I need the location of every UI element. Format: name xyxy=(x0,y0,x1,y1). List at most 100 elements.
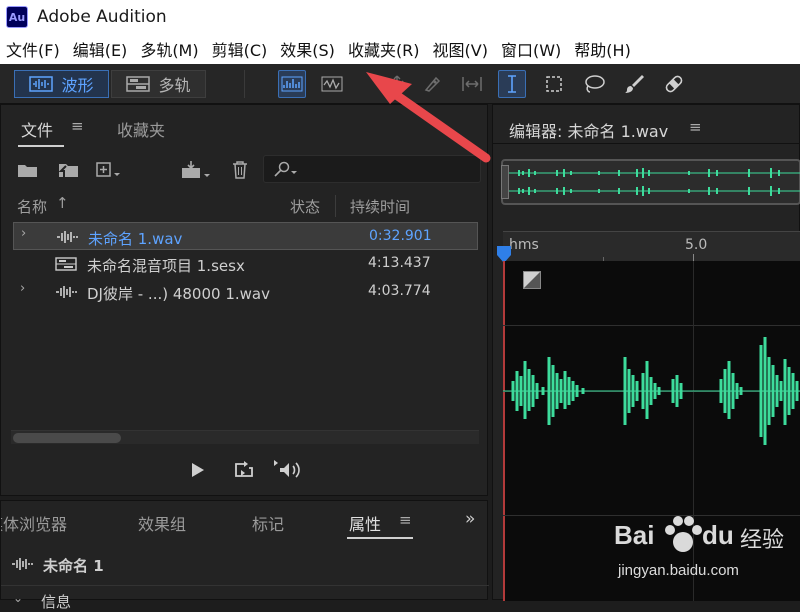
file-name: 未命名混音项目 1.sesx xyxy=(87,257,245,275)
import-folder-icon xyxy=(58,164,78,178)
editor-menu-icon[interactable]: ≡ xyxy=(689,118,702,136)
properties-item-name: 未命名 1 xyxy=(43,557,104,575)
loop-icon xyxy=(235,461,253,477)
menu-edit[interactable]: 编辑(E) xyxy=(73,37,128,61)
horizontal-scrollbar[interactable] xyxy=(11,430,479,444)
paw-icon xyxy=(665,516,702,552)
auto-play-button[interactable] xyxy=(271,459,307,481)
speaker-autoplay-icon xyxy=(274,460,300,478)
file-duration: 4:13.437 xyxy=(368,255,431,271)
editor-header-divider xyxy=(493,143,800,144)
menu-file[interactable]: 文件(F) xyxy=(6,37,60,61)
ruler-unit: hms xyxy=(509,237,539,253)
expand-chevron-icon[interactable]: › xyxy=(21,226,26,241)
files-panel-menu-icon[interactable]: ≡ xyxy=(71,117,84,135)
tab-markers[interactable]: 标记 xyxy=(252,511,284,535)
menu-view[interactable]: 视图(V) xyxy=(433,37,488,61)
slip-tool[interactable] xyxy=(458,70,486,98)
waveform-file-icon xyxy=(56,286,77,298)
waveform-view-button[interactable]: 波形 xyxy=(14,70,109,98)
active-tab-underline xyxy=(347,537,413,539)
slip-icon xyxy=(462,77,482,91)
sort-ascending-icon[interactable]: ↑ xyxy=(56,194,69,212)
spot-healing-icon xyxy=(665,75,683,93)
file-name: DJ彼岸 - ...) 48000 1.wav xyxy=(87,285,270,303)
search-icon xyxy=(274,161,297,177)
menu-clip[interactable]: 剪辑(C) xyxy=(212,37,268,61)
tab-favorites[interactable]: 收藏夹 xyxy=(117,117,165,141)
waveform-display-icon xyxy=(281,76,303,92)
session-file-icon xyxy=(55,257,77,271)
file-search-input[interactable] xyxy=(304,158,474,180)
tab-properties[interactable]: 属性 xyxy=(349,511,381,535)
properties-info-section[interactable]: 信息 xyxy=(41,591,71,612)
panel-tab-strip: 媒体浏览器 xyxy=(1,501,489,547)
time-selection-tool[interactable] xyxy=(498,70,526,98)
time-ruler[interactable]: hms 5.0 xyxy=(503,231,800,262)
file-search-field[interactable] xyxy=(263,155,481,183)
waveform-file-icon xyxy=(12,558,33,570)
watermark-cn: 经验 xyxy=(740,528,785,553)
editor-title: 编辑器: 未命名 1.wav xyxy=(509,122,669,141)
table-row[interactable]: 未命名混音项目 1.sesx 4:13.437 xyxy=(13,250,478,278)
new-file-icon xyxy=(96,162,120,177)
table-row[interactable]: › 未命名 1.wav 0:32.901 xyxy=(13,222,478,250)
files-panel: 文件 ≡ 收藏夹 名称 ↑ 状态 持续时间 › 未命名 1.wav 0:32.9… xyxy=(0,104,488,496)
delete-file-button[interactable] xyxy=(229,159,251,181)
menu-window[interactable]: 窗口(W) xyxy=(501,37,561,61)
column-header-duration[interactable]: 持续时间 xyxy=(350,196,410,217)
multitrack-view-label: 多轨 xyxy=(158,76,191,95)
waveform-overview[interactable] xyxy=(501,159,800,205)
file-name: 未命名 1.wav xyxy=(88,230,183,248)
brush-tool[interactable] xyxy=(620,70,648,98)
open-file-button[interactable] xyxy=(15,159,41,181)
column-header-name[interactable]: 名称 xyxy=(17,196,47,217)
loop-preview-button[interactable] xyxy=(231,459,257,481)
import-file-button[interactable] xyxy=(55,159,83,181)
ruler-label: 5.0 xyxy=(685,237,708,253)
lasso-icon xyxy=(585,75,605,93)
column-header-status[interactable]: 状态 xyxy=(290,196,320,217)
move-tool[interactable] xyxy=(383,70,411,98)
brush-icon xyxy=(625,75,644,93)
razor-icon xyxy=(424,76,441,92)
toolbar-divider xyxy=(244,70,245,98)
new-file-button[interactable] xyxy=(95,159,123,181)
column-divider xyxy=(335,195,336,217)
overview-zoom-handle[interactable] xyxy=(501,165,509,199)
file-duration: 4:03.774 xyxy=(368,283,431,299)
razor-tool[interactable] xyxy=(418,70,446,98)
app-logo: Au xyxy=(6,6,28,28)
file-duration: 0:32.901 xyxy=(369,228,432,244)
lasso-tool[interactable] xyxy=(580,70,608,98)
collapse-chevron-icon[interactable]: ⌄ xyxy=(13,591,23,605)
marquee-tool[interactable] xyxy=(540,70,568,98)
menu-help[interactable]: 帮助(H) xyxy=(574,37,631,61)
properties-panel-menu-icon[interactable]: ≡ xyxy=(399,511,412,529)
menu-multitrack[interactable]: 多轨(M) xyxy=(140,37,198,61)
tab-media-browser[interactable]: 媒体浏览器 xyxy=(1,511,67,535)
menu-favorites[interactable]: 收藏夹(R) xyxy=(348,37,420,61)
tab-files[interactable]: 文件 xyxy=(21,117,53,141)
spectral-frequency-toggle[interactable] xyxy=(318,70,346,98)
expand-chevron-icon[interactable]: › xyxy=(20,281,25,296)
menu-effects[interactable]: 效果(S) xyxy=(280,37,335,61)
spectral-waveform-toggle[interactable] xyxy=(278,70,306,98)
tab-effects-rack[interactable]: 效果组 xyxy=(138,511,186,535)
multitrack-view-button[interactable]: 多轨 xyxy=(111,70,206,98)
scrollbar-thumb[interactable] xyxy=(13,433,121,443)
play-preview-button[interactable] xyxy=(187,459,209,481)
insert-into-multitrack-button[interactable] xyxy=(179,159,213,181)
trash-icon xyxy=(233,161,247,179)
toolbar: 波形 多轨 xyxy=(0,64,800,104)
watermark-brand: Bai xyxy=(614,520,655,550)
time-selection-icon xyxy=(508,75,516,93)
panel-overflow-icon[interactable]: » xyxy=(465,509,475,529)
waveform-icon xyxy=(29,76,54,92)
title-bar: Au Adobe Audition xyxy=(0,0,800,34)
folder-icon xyxy=(18,165,37,177)
waveform-file-icon xyxy=(57,231,78,243)
properties-panel: 媒体浏览器 效果组 标记 属性 ≡ » 未命名 1 ⌄ 信息 xyxy=(0,500,489,611)
table-row[interactable]: › DJ彼岸 - ...) 48000 1.wav 4:03.774 xyxy=(13,278,478,306)
spot-healing-tool[interactable] xyxy=(660,70,688,98)
